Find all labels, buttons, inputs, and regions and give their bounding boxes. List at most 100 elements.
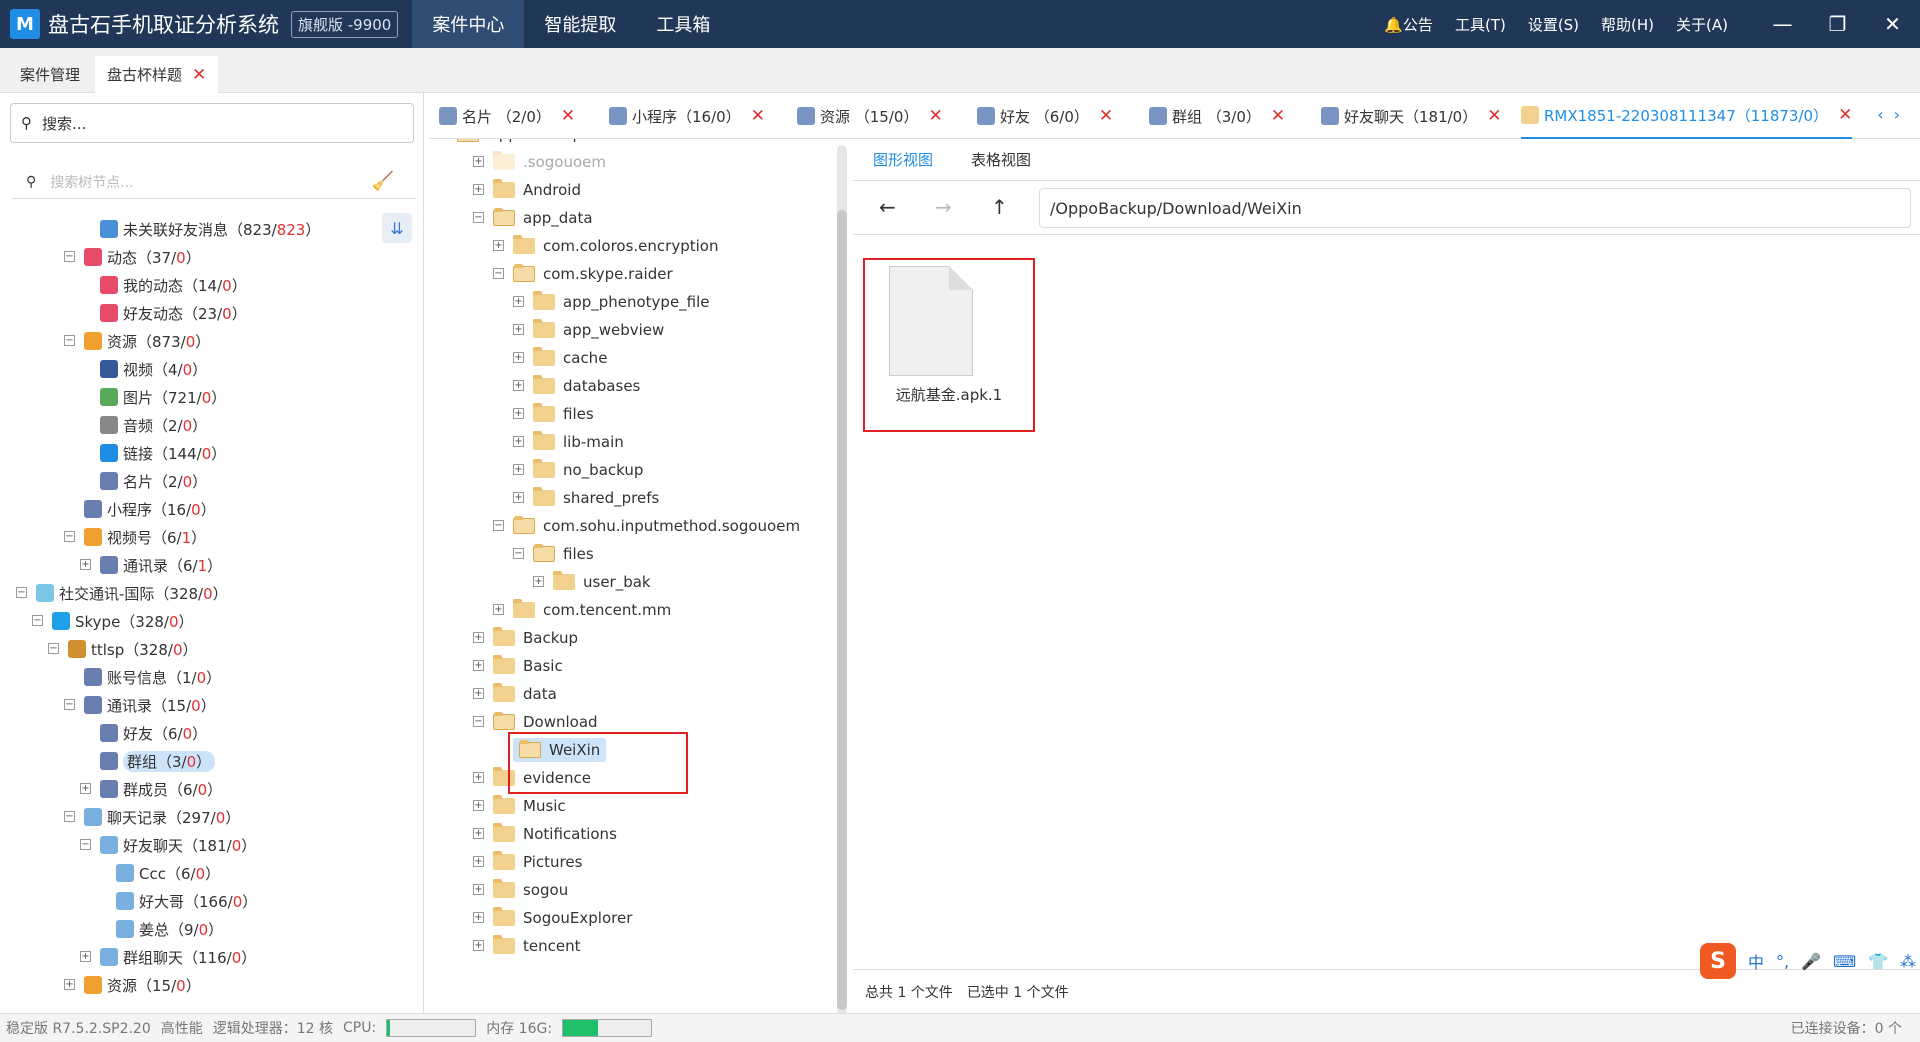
file-item[interactable]: 远航基金.apk.1 — [863, 258, 1035, 432]
close-tab-icon[interactable]: ✕ — [751, 106, 765, 126]
tree-node[interactable]: 社交通讯-国际（328/0） — [36, 581, 228, 605]
tree-node[interactable]: 链接（144/0） — [100, 441, 226, 465]
tree-node[interactable]: Skype（328/0） — [52, 609, 194, 633]
folder-node[interactable]: com.coloros.encryption — [513, 234, 718, 258]
folder-toggle[interactable]: + — [493, 604, 504, 615]
tree-node[interactable]: 小程序（16/0） — [84, 497, 216, 521]
folder-toggle[interactable]: + — [493, 240, 504, 251]
folder-toggle[interactable]: − — [493, 268, 504, 279]
folder-toggle[interactable]: + — [473, 856, 484, 867]
folder-toggle[interactable]: + — [473, 800, 484, 811]
microphone-icon[interactable]: 🎤 — [1801, 952, 1821, 971]
close-tab-icon[interactable]: ✕ — [192, 65, 206, 85]
tree-toggle[interactable]: − — [64, 811, 75, 822]
folder-toggle[interactable]: + — [513, 324, 524, 335]
tree-node[interactable]: 群成员（6/0） — [100, 777, 222, 801]
folder-node[interactable]: files — [533, 542, 594, 566]
announcement-button[interactable]: 🔔公告 — [1384, 14, 1433, 35]
menu-settings[interactable]: 设置(S) — [1528, 14, 1579, 35]
folder-toggle[interactable]: + — [473, 912, 484, 923]
tree-node[interactable]: 群组聊天（116/0） — [100, 945, 256, 969]
tree-toggle[interactable]: + — [80, 951, 91, 962]
folder-toggle[interactable]: + — [513, 296, 524, 307]
folder-node[interactable]: OppoBackup — [457, 139, 582, 146]
tree-filter-input[interactable]: ⚲ 搜索树节点... 🧹 — [12, 165, 416, 199]
folder-node[interactable]: com.sohu.inputmethod.sogouoem — [513, 514, 800, 538]
folder-toggle[interactable]: + — [533, 576, 544, 587]
folder-node[interactable]: tencent — [493, 934, 580, 958]
tree-toggle[interactable]: − — [80, 839, 91, 850]
close-tab-icon[interactable]: ✕ — [1271, 106, 1285, 126]
close-tab-icon[interactable]: ✕ — [928, 106, 942, 126]
folder-node[interactable]: data — [493, 682, 557, 706]
folder-node[interactable]: cache — [533, 346, 607, 370]
folder-node[interactable]: app_phenotype_file — [533, 290, 710, 314]
folder-node[interactable]: com.tencent.mm — [513, 598, 671, 622]
folder-node[interactable]: sogou — [493, 878, 568, 902]
tree-toggle[interactable]: − — [48, 643, 59, 654]
file-tab[interactable]: 名片 （2/0） ✕ — [439, 93, 575, 139]
tree-node[interactable]: 名片（2/0） — [100, 469, 207, 493]
tree-node[interactable]: 资源（15/0） — [84, 973, 201, 997]
menu-tools[interactable]: 工具(T) — [1455, 14, 1506, 35]
restore-icon[interactable]: ❐ — [1810, 0, 1865, 48]
folder-node[interactable]: com.skype.raider — [513, 262, 673, 286]
folder-toggle[interactable]: + — [473, 940, 484, 951]
tree-node[interactable]: 好友动态（23/0） — [100, 301, 247, 325]
folder-node[interactable]: Notifications — [493, 822, 617, 846]
folder-node[interactable]: SogouExplorer — [493, 906, 632, 930]
tree-node[interactable]: 好友（6/0） — [100, 721, 207, 745]
folder-node[interactable]: lib-main — [533, 430, 624, 454]
folder-toggle[interactable]: + — [473, 772, 484, 783]
tree-node[interactable]: 视频号（6/1） — [84, 525, 206, 549]
folder-toggle[interactable]: + — [513, 380, 524, 391]
forward-arrow-icon[interactable]: → — [935, 195, 952, 219]
back-arrow-icon[interactable]: ← — [879, 195, 896, 219]
tree-node[interactable]: 动态（37/0） — [84, 245, 201, 269]
sogou-logo-icon[interactable]: S — [1700, 943, 1736, 979]
file-tab[interactable]: 好友聊天（181/0） ✕ — [1321, 93, 1501, 139]
tab-pangu-sample[interactable]: 盘古杯样题 ✕ — [95, 56, 219, 93]
keyboard-icon[interactable]: ⌨ — [1833, 952, 1856, 971]
folder-toggle[interactable]: + — [513, 492, 524, 503]
tab-case-management[interactable]: 案件管理 — [8, 56, 92, 93]
folder-toggle[interactable]: − — [473, 716, 484, 727]
menu-help[interactable]: 帮助(H) — [1601, 14, 1654, 35]
close-tab-icon[interactable]: ✕ — [1099, 106, 1113, 126]
folder-toggle[interactable]: + — [473, 660, 484, 671]
tree-node[interactable]: 资源（873/0） — [84, 329, 210, 353]
folder-toggle[interactable]: + — [473, 184, 484, 195]
tree-toggle[interactable]: − — [64, 335, 75, 346]
tree-node[interactable]: 好大哥（166/0） — [116, 889, 257, 913]
tree-node[interactable]: 未关联好友消息（823/823） — [100, 217, 320, 241]
close-tab-icon[interactable]: ✕ — [561, 106, 575, 126]
folder-node[interactable]: app_data — [493, 206, 593, 230]
tree-node[interactable]: 姜总（9/0） — [116, 917, 223, 941]
folder-node[interactable]: Music — [493, 794, 566, 818]
nav-toolbox[interactable]: 工具箱 — [636, 0, 730, 48]
ime-chinese-icon[interactable]: 中 — [1748, 949, 1764, 973]
file-tab[interactable]: 好友 （6/0） ✕ — [977, 93, 1113, 139]
folder-node[interactable]: Backup — [493, 626, 578, 650]
folder-node[interactable]: Basic — [493, 654, 563, 678]
tree-toggle[interactable]: − — [64, 531, 75, 542]
clear-filter-icon[interactable]: 🧹 — [372, 171, 394, 192]
tree-node[interactable]: 图片（721/0） — [100, 385, 226, 409]
tree-node[interactable]: 视频（4/0） — [100, 357, 207, 381]
folder-node[interactable]: Android — [493, 178, 581, 202]
folder-toggle[interactable]: + — [513, 352, 524, 363]
folder-toggle[interactable]: + — [473, 688, 484, 699]
collapse-all-icon[interactable]: ⇊ — [382, 213, 412, 243]
folder-toggle[interactable]: − — [473, 212, 484, 223]
menu-about[interactable]: 关于(A) — [1676, 14, 1728, 35]
scrollbar-thumb[interactable] — [837, 210, 847, 1010]
tree-toggle[interactable]: − — [16, 587, 27, 598]
close-tab-icon[interactable]: ✕ — [1838, 105, 1852, 125]
tree-node[interactable]: 通讯录（6/1） — [100, 553, 222, 577]
folder-toggle[interactable]: + — [513, 408, 524, 419]
tree-toggle[interactable]: + — [80, 559, 91, 570]
path-field[interactable]: /OppoBackup/Download/WeiXin — [1039, 188, 1911, 228]
folder-node[interactable]: Pictures — [493, 850, 582, 874]
tree-toggle[interactable]: − — [32, 615, 43, 626]
folder-toggle[interactable]: + — [473, 828, 484, 839]
